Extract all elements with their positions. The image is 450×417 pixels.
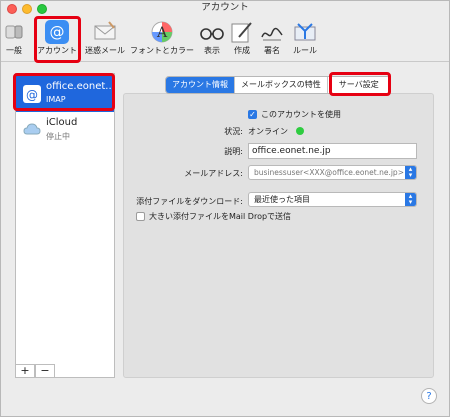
svg-text:A: A [156, 25, 168, 41]
toolbar-viewing[interactable]: 表示 [199, 15, 225, 61]
compose-icon [231, 22, 252, 43]
preferences-window: アカウント 一般 @ アカウント 迷惑メール A フォントとカラー 表示 作成 [0, 0, 450, 417]
enable-account-label: このアカウントを使用 [261, 110, 341, 119]
toolbar-composing[interactable]: 作成 [229, 15, 255, 61]
tab-mailbox-behaviors[interactable]: メールボックスの特性 [235, 77, 328, 93]
email-value: businessuser<XXX@office.eonet.ne.jp> [254, 168, 404, 177]
maildrop-label: 大きい添付ファイルをMail Dropで送信 [149, 212, 292, 221]
window-title: アカウント [201, 2, 249, 13]
toolbar-junk-label: 迷惑メール [85, 46, 125, 55]
attachments-popup[interactable]: 最近使った項目 ▴ ▾ [248, 192, 417, 207]
rules-icon [294, 23, 316, 41]
switch-icon [5, 25, 23, 39]
attachments-label: 添付ファイルをダウンロード: [136, 197, 243, 206]
minimize-button[interactable] [22, 4, 32, 14]
font-color-icon: A [151, 21, 173, 43]
help-button[interactable]: ? [421, 388, 437, 404]
description-field[interactable]: office.eonet.ne.jp [248, 143, 417, 159]
chevron-updown-icon: ▴ ▾ [405, 166, 416, 179]
toolbar-fonts-label: フォントとカラー [130, 46, 194, 55]
toolbar-signatures-label: 署名 [264, 46, 280, 55]
toolbar-junk[interactable]: 迷惑メール [85, 15, 125, 61]
toolbar-viewing-label: 表示 [204, 46, 220, 55]
status-indicator-icon [296, 127, 304, 135]
add-account-button[interactable]: + [15, 364, 35, 378]
status-value: オンライン [248, 127, 288, 136]
description-label: 説明: [224, 147, 243, 156]
account-item-icloud[interactable]: iCloud 停止中 [16, 112, 114, 148]
email-label: メールアドレス: [184, 169, 243, 178]
window-controls [7, 4, 47, 14]
account-list: @ office.eonet... IMAP iCloud 停止中 [15, 73, 115, 378]
toolbar-general[interactable]: 一般 [3, 15, 25, 61]
account-highlight-box [13, 73, 115, 111]
toolbar-fonts[interactable]: A フォントとカラー [129, 15, 195, 61]
status-label: 状況: [224, 127, 243, 136]
toolbar-rules-label: ルール [293, 46, 317, 55]
attachments-value: 最近使った項目 [254, 195, 310, 204]
close-button[interactable] [7, 4, 17, 14]
account-status: 停止中 [46, 132, 70, 141]
zoom-button[interactable] [37, 4, 47, 14]
email-popup[interactable]: businessuser<XXX@office.eonet.ne.jp> ▴ ▾ [248, 165, 417, 180]
title-bar: アカウント [1, 1, 449, 15]
account-name: iCloud [46, 117, 78, 128]
accounts-highlight-box [34, 16, 81, 63]
glasses-icon [200, 28, 224, 40]
toolbar-rules[interactable]: ルール [290, 15, 320, 61]
toolbar-composing-label: 作成 [234, 46, 250, 55]
toolbar-general-label: 一般 [6, 46, 22, 55]
chevron-updown-icon: ▴ ▾ [405, 193, 416, 206]
account-list-buttons: + − [15, 364, 65, 378]
enable-account-checkbox[interactable]: ✓ [248, 110, 257, 119]
server-settings-highlight-box [329, 72, 391, 96]
maildrop-checkbox[interactable] [136, 212, 145, 221]
tab-account-info[interactable]: アカウント情報 [166, 77, 235, 93]
toolbar-signatures[interactable]: 署名 [259, 15, 285, 61]
junk-mail-icon [94, 21, 116, 40]
signature-icon [261, 27, 283, 41]
cloud-icon [23, 123, 41, 135]
remove-account-button[interactable]: − [35, 364, 55, 378]
